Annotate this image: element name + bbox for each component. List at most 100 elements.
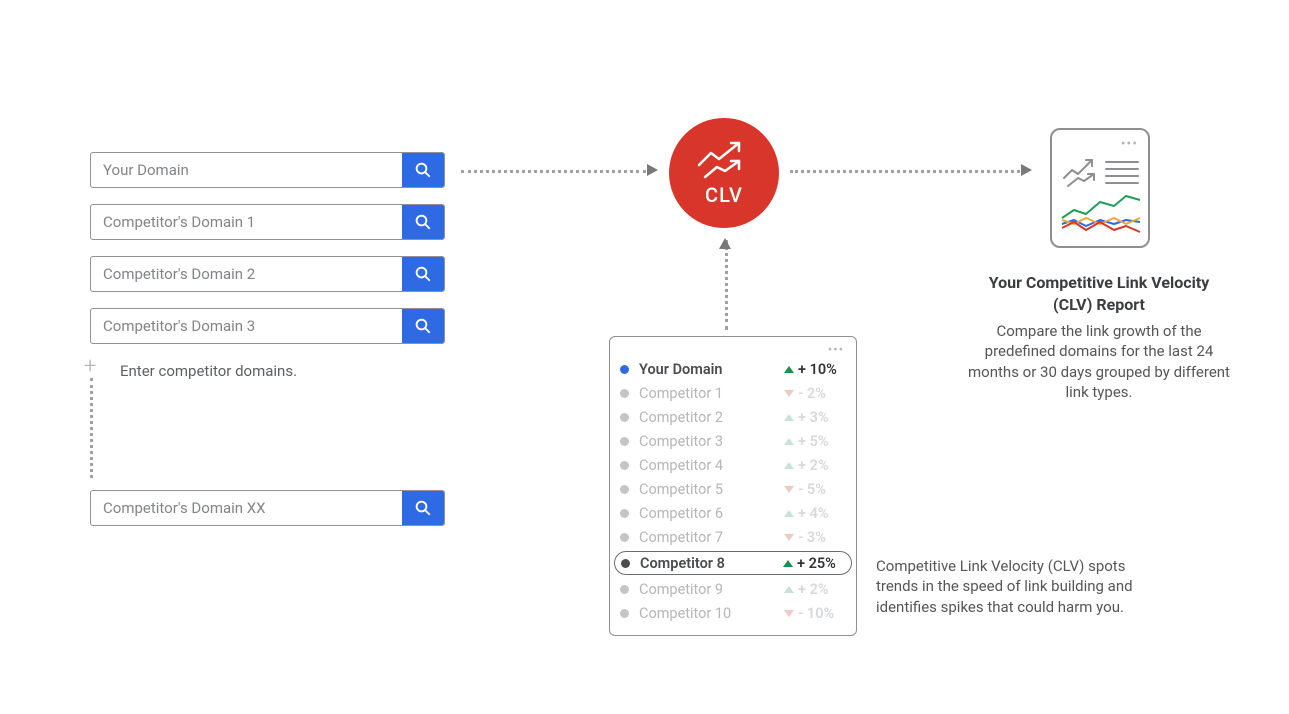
legend-delta: + 10%: [798, 361, 837, 378]
domain-input-row[interactable]: Competitor's Domain XX: [90, 490, 445, 526]
legend-row: Competitor 9 + 2%: [620, 577, 846, 601]
legend-value: + 2%: [784, 457, 846, 474]
legend-row: Competitor 6 + 4%: [620, 501, 846, 525]
vertical-dots-icon: [90, 378, 93, 478]
search-icon: [414, 265, 432, 283]
series-dot-icon: [621, 559, 630, 568]
domain-input-row[interactable]: Competitor's Domain 1: [90, 204, 445, 240]
clv-badge: CLV: [669, 118, 779, 228]
trend-up-icon: [784, 414, 794, 421]
legend-value: + 3%: [784, 409, 846, 426]
search-button[interactable]: [402, 153, 444, 187]
search-button[interactable]: [402, 257, 444, 291]
series-dot-icon: [620, 461, 629, 470]
series-dot-icon: [620, 509, 629, 518]
legend-delta: + 25%: [797, 555, 836, 572]
legend-delta: + 5%: [798, 433, 829, 450]
velocity-legend-panel: ••• Your Domain+ 10%Competitor 1- 2%Comp…: [609, 336, 857, 636]
legend-delta: + 4%: [798, 505, 829, 522]
arrow-to-report: [790, 170, 1030, 173]
plus-icon: +: [84, 354, 96, 379]
legend-name: Competitor 9: [639, 581, 784, 598]
domain-input-placeholder: Competitor's Domain XX: [91, 491, 402, 525]
domain-input-placeholder: Your Domain: [91, 153, 402, 187]
legend-value: - 10%: [784, 605, 846, 622]
legend-value: - 3%: [784, 529, 846, 546]
legend-delta: + 3%: [798, 409, 829, 426]
arrow-to-clv: [461, 170, 656, 173]
report-description: Compare the link growth of the predefine…: [968, 321, 1230, 402]
trend-up-icon: [784, 462, 794, 469]
clv-label: CLV: [705, 183, 743, 207]
legend-value: + 25%: [783, 555, 845, 572]
legend-row: Competitor 8 + 25%: [614, 551, 852, 575]
legend-value: + 10%: [784, 361, 846, 378]
panel-dots-icon: •••: [620, 343, 846, 357]
legend-value: + 5%: [784, 433, 846, 450]
legend-delta: - 3%: [798, 529, 826, 546]
search-icon: [414, 161, 432, 179]
clv-note: Competitive Link Velocity (CLV) spots tr…: [876, 556, 1154, 617]
hint-text: Enter competitor domains.: [120, 362, 460, 380]
trend-arrows-icon: [695, 139, 753, 179]
series-dot-icon: [620, 365, 629, 374]
legend-delta: - 2%: [798, 385, 826, 402]
legend-name: Competitor 2: [639, 409, 784, 426]
search-icon: [414, 499, 432, 517]
legend-name: Your Domain: [639, 361, 784, 378]
legend-name: Competitor 6: [639, 505, 784, 522]
legend-row: Competitor 1 - 2%: [620, 381, 846, 405]
trend-down-icon: [784, 534, 794, 541]
add-competitor-row: + Enter competitor domains. Competitor's…: [90, 362, 460, 526]
trend-up-icon: [784, 438, 794, 445]
report-preview-icon: [1060, 150, 1142, 236]
trend-down-icon: [784, 610, 794, 617]
legend-name: Competitor 3: [639, 433, 784, 450]
domain-input-row[interactable]: Competitor's Domain 2: [90, 256, 445, 292]
series-dot-icon: [620, 485, 629, 494]
search-button[interactable]: [402, 309, 444, 343]
domain-input-placeholder: Competitor's Domain 2: [91, 257, 402, 291]
legend-delta: + 2%: [798, 457, 829, 474]
trend-up-icon: [784, 366, 794, 373]
domain-input-row[interactable]: Competitor's Domain 3: [90, 308, 445, 344]
series-dot-icon: [620, 585, 629, 594]
legend-row: Competitor 4 + 2%: [620, 453, 846, 477]
legend-name: Competitor 1: [639, 385, 784, 402]
trend-down-icon: [784, 486, 794, 493]
legend-row: Competitor 2 + 3%: [620, 405, 846, 429]
report-title: Your Competitive Link Velocity (CLV) Rep…: [968, 272, 1230, 315]
series-dot-icon: [620, 389, 629, 398]
search-icon: [414, 213, 432, 231]
trend-down-icon: [784, 390, 794, 397]
report-device-icon: •••: [1050, 128, 1150, 248]
domain-inputs-column: Your Domain Competitor's Domain 1 Competit…: [90, 152, 460, 542]
legend-value: - 2%: [784, 385, 846, 402]
legend-value: - 5%: [784, 481, 846, 498]
search-button[interactable]: [402, 491, 444, 525]
trend-up-icon: [784, 586, 794, 593]
legend-value: + 2%: [784, 581, 846, 598]
trend-up-icon: [783, 560, 793, 567]
legend-name: Competitor 10: [639, 605, 784, 622]
series-dot-icon: [620, 533, 629, 542]
report-text-block: Your Competitive Link Velocity (CLV) Rep…: [968, 272, 1230, 402]
search-button[interactable]: [402, 205, 444, 239]
legend-value: + 4%: [784, 505, 846, 522]
legend-row: Competitor 3 + 5%: [620, 429, 846, 453]
legend-delta: + 2%: [798, 581, 829, 598]
series-dot-icon: [620, 413, 629, 422]
legend-row: Competitor 10- 10%: [620, 601, 846, 625]
legend-row: Competitor 5 - 5%: [620, 477, 846, 501]
legend-delta: - 5%: [798, 481, 826, 498]
domain-input-placeholder: Competitor's Domain 1: [91, 205, 402, 239]
legend-name: Competitor 7: [639, 529, 784, 546]
domain-input-row[interactable]: Your Domain: [90, 152, 445, 188]
legend-name: Competitor 5: [639, 481, 784, 498]
domain-input-placeholder: Competitor's Domain 3: [91, 309, 402, 343]
legend-name: Competitor 4: [639, 457, 784, 474]
legend-row: Competitor 7 - 3%: [620, 525, 846, 549]
search-icon: [414, 317, 432, 335]
legend-name: Competitor 8: [640, 555, 783, 572]
series-dot-icon: [620, 437, 629, 446]
